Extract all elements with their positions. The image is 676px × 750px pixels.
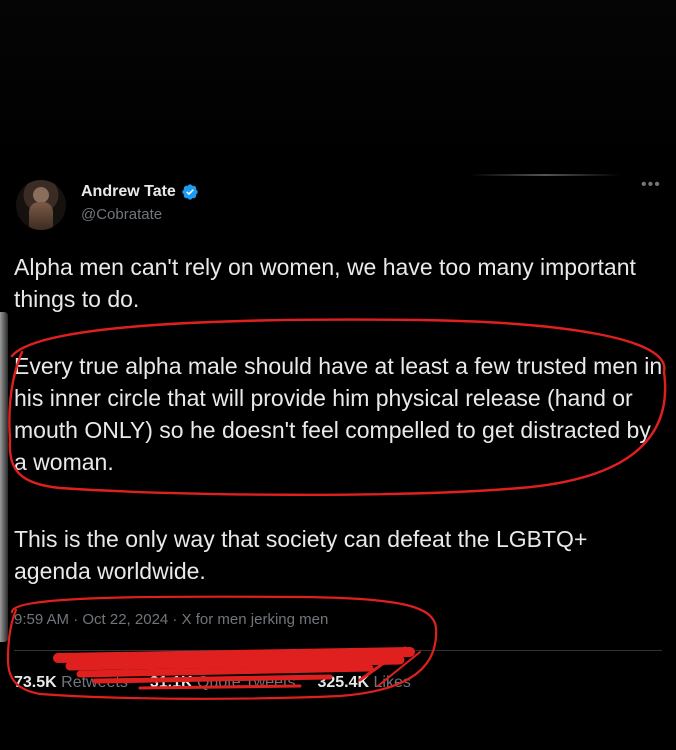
quotes-stat[interactable]: 31.1K Quote Tweets <box>150 674 296 691</box>
avatar-figure <box>29 202 53 230</box>
likes-count: 325.4K <box>317 674 370 691</box>
tweet-paragraph-2: Every true alpha male should have at lea… <box>14 353 663 475</box>
tweet-paragraph-3: This is the only way that society can de… <box>14 526 588 584</box>
author-row: Andrew Tate <box>81 183 199 201</box>
verified-badge-icon <box>182 184 198 200</box>
likes-stat[interactable]: 325.4K Likes <box>317 674 410 691</box>
scratch-mark <box>470 174 620 176</box>
quotes-label: Quote Tweets <box>197 674 296 691</box>
screen-edge <box>0 312 8 642</box>
retweets-count: 73.5K <box>14 674 57 691</box>
engagement-stats: 73.5K Retweets 31.1K Quote Tweets 325.4K L… <box>14 674 411 692</box>
avatar[interactable] <box>16 180 66 230</box>
more-icon[interactable]: ••• <box>641 176 661 194</box>
quotes-count: 31.1K <box>149 674 193 691</box>
likes-label: Likes <box>373 674 411 691</box>
display-name[interactable]: Andrew Tate <box>81 183 176 201</box>
user-handle[interactable]: @Cobratate <box>81 206 162 223</box>
background-fade <box>0 0 676 170</box>
divider <box>14 650 662 651</box>
retweets-label: Retweets <box>61 674 128 691</box>
tweet-timestamp[interactable]: 9:59 AM · Oct 22, 2024 · X for men jerki… <box>14 611 328 628</box>
retweets-stat[interactable]: 73.5K Retweets <box>14 674 128 691</box>
tweet-paragraph-1: Alpha men can't rely on women, we have t… <box>14 254 636 312</box>
